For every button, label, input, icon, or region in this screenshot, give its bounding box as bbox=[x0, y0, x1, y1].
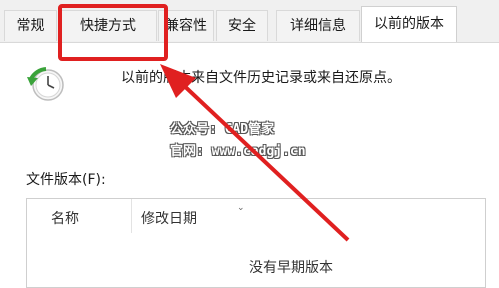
tab-security[interactable]: 安全 bbox=[216, 10, 268, 41]
tab-details[interactable]: 详细信息 bbox=[276, 10, 360, 41]
tab-previous-versions[interactable]: 以前的版本 bbox=[361, 6, 457, 43]
tab-bar: 常规 快捷方式 兼容性 安全 详细信息 以前的版本 bbox=[0, 0, 499, 43]
watermark-line-2: 官网: www.cadgj.cn bbox=[170, 144, 306, 159]
tab-general[interactable]: 常规 bbox=[4, 10, 57, 41]
column-header-name[interactable]: 名称 bbox=[51, 208, 79, 228]
sort-chevron-icon: ⌄ bbox=[237, 203, 245, 213]
watermark: 公众号: CAD管家 官网: www.cadgj.cn bbox=[170, 119, 306, 163]
previous-versions-panel: 以前的版本来自文件历史记录或来自还原点。 公众号: CAD管家 官网: www.… bbox=[0, 43, 499, 288]
restore-clock-icon bbox=[26, 65, 70, 105]
file-versions-label: 文件版本(F): bbox=[26, 172, 106, 188]
empty-list-message: 没有早期版本 bbox=[249, 260, 333, 276]
column-header-modified-date[interactable]: 修改日期 bbox=[141, 208, 197, 228]
tab-compatibility[interactable]: 兼容性 bbox=[158, 10, 214, 41]
tab-shortcut[interactable]: 快捷方式 bbox=[59, 10, 157, 41]
description-text: 以前的版本来自文件历史记录或来自还原点。 bbox=[121, 70, 401, 86]
column-separator[interactable] bbox=[131, 199, 132, 233]
watermark-line-1: 公众号: CAD管家 bbox=[170, 122, 275, 137]
versions-list[interactable]: 名称 修改日期 ⌄ 没有早期版本 bbox=[26, 198, 486, 288]
